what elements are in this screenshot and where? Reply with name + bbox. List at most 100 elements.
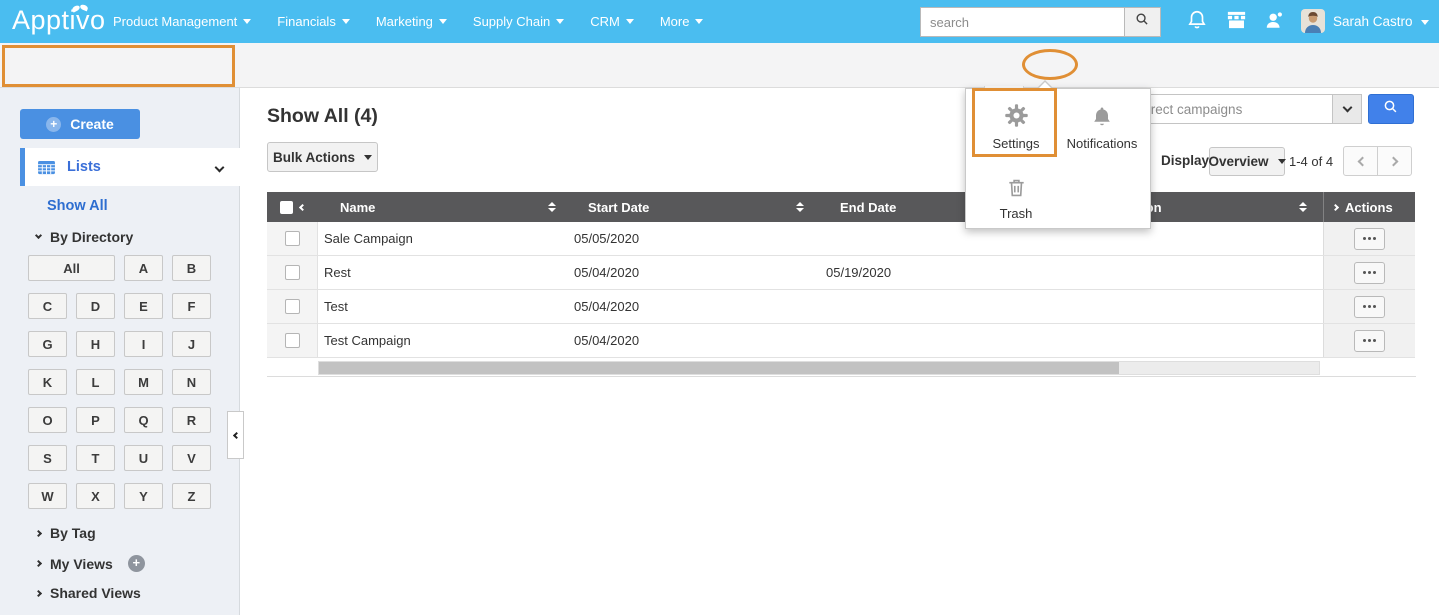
letter-filter-j[interactable]: J bbox=[172, 331, 211, 357]
nav-item-financials[interactable]: Financials bbox=[277, 14, 350, 29]
primary-nav: Product Management Financials Marketing Sup… bbox=[113, 0, 704, 43]
column-header-start-date[interactable]: Start Date bbox=[570, 192, 820, 222]
horizontal-scrollbar[interactable] bbox=[318, 361, 1320, 375]
letter-filter-b[interactable]: B bbox=[172, 255, 211, 281]
cell-actions bbox=[1323, 324, 1415, 357]
chevron-down-icon bbox=[34, 231, 43, 240]
sidebar-collapse-handle[interactable] bbox=[227, 411, 244, 459]
row-actions-button[interactable] bbox=[1354, 227, 1385, 250]
ellipsis-icon bbox=[1363, 271, 1376, 274]
letter-filter-e[interactable]: E bbox=[124, 293, 163, 319]
letter-filter-n[interactable]: N bbox=[172, 369, 211, 395]
row-checkbox[interactable] bbox=[284, 265, 300, 280]
bulk-actions-button[interactable]: Bulk Actions bbox=[267, 142, 378, 172]
nav-item-label: Marketing bbox=[375, 14, 433, 29]
user-menu[interactable]: Sarah Castro bbox=[1333, 14, 1413, 29]
letter-filter-m[interactable]: M bbox=[124, 369, 163, 395]
cell-start-date: 05/04/2020 bbox=[574, 299, 640, 314]
letter-filter-a[interactable]: A bbox=[124, 255, 163, 281]
user-menu-caret-icon[interactable] bbox=[1421, 20, 1429, 25]
letter-filter-l[interactable]: L bbox=[76, 369, 115, 395]
settings-label: Settings bbox=[992, 136, 1040, 151]
add-user-button[interactable] bbox=[1262, 9, 1288, 35]
sidebar-section-my-views[interactable]: My Views + bbox=[34, 555, 145, 572]
letter-filter-r[interactable]: R bbox=[172, 407, 211, 433]
app-search-button[interactable] bbox=[1368, 94, 1414, 124]
letter-filter-t[interactable]: T bbox=[76, 445, 115, 471]
display-mode-dropdown[interactable]: Overview bbox=[1208, 147, 1286, 176]
letter-filter-f[interactable]: F bbox=[172, 293, 211, 319]
row-checkbox[interactable] bbox=[284, 299, 300, 314]
column-header-name[interactable]: Name bbox=[318, 192, 570, 222]
letter-filter-v[interactable]: V bbox=[172, 445, 211, 471]
apptivo-logo[interactable]: Apptivo bbox=[12, 3, 106, 36]
sort-icon[interactable] bbox=[796, 202, 804, 212]
letter-filter-c[interactable]: C bbox=[28, 293, 67, 319]
add-view-button[interactable]: + bbox=[127, 555, 145, 572]
letter-filter-s[interactable]: S bbox=[28, 445, 67, 471]
row-checkbox[interactable] bbox=[284, 231, 300, 246]
popup-item-notifications[interactable]: Notifications bbox=[1062, 101, 1142, 151]
next-page-button[interactable] bbox=[1377, 146, 1412, 176]
letter-filter-p[interactable]: P bbox=[76, 407, 115, 433]
nav-item-crm[interactable]: CRM bbox=[590, 14, 634, 29]
letter-filter-o[interactable]: O bbox=[28, 407, 67, 433]
cell-name[interactable]: Test bbox=[318, 290, 570, 323]
ellipsis-icon bbox=[1363, 305, 1376, 308]
cell-actions bbox=[1323, 222, 1415, 255]
notifications-bell-button[interactable] bbox=[1184, 9, 1210, 35]
nav-item-supply-chain[interactable]: Supply Chain bbox=[473, 14, 565, 29]
sidebar-section-shared-views[interactable]: Shared Views bbox=[34, 585, 141, 601]
sidebar-section-by-directory[interactable]: By Directory bbox=[34, 229, 133, 245]
row-actions-button[interactable] bbox=[1354, 329, 1385, 352]
table-row: Sale Campaign 05/05/2020 bbox=[267, 222, 1415, 256]
chevron-down-icon bbox=[214, 162, 225, 172]
app-store-button[interactable] bbox=[1223, 9, 1249, 35]
chevron-right-icon bbox=[34, 529, 43, 537]
letter-filter-q[interactable]: Q bbox=[124, 407, 163, 433]
sidebar-item-lists[interactable]: Lists bbox=[20, 148, 240, 186]
sort-icon[interactable] bbox=[1299, 202, 1307, 212]
user-avatar[interactable] bbox=[1301, 9, 1325, 33]
letter-filter-u[interactable]: U bbox=[124, 445, 163, 471]
search-options-dropdown-button[interactable] bbox=[1332, 94, 1362, 124]
global-search-button[interactable] bbox=[1124, 7, 1161, 37]
row-actions-button[interactable] bbox=[1354, 261, 1385, 284]
nav-item-marketing[interactable]: Marketing bbox=[376, 14, 447, 29]
chevron-right-icon[interactable] bbox=[1331, 203, 1340, 211]
create-button[interactable]: + Create bbox=[20, 109, 140, 139]
letter-filter-g[interactable]: G bbox=[28, 331, 67, 357]
gear-icon bbox=[976, 101, 1056, 129]
nav-item-more[interactable]: More bbox=[660, 14, 704, 29]
letter-filter-i[interactable]: I bbox=[124, 331, 163, 357]
letter-filter-k[interactable]: K bbox=[28, 369, 67, 395]
sidebar-section-by-tag[interactable]: By Tag bbox=[34, 525, 96, 541]
my-views-label: My Views bbox=[50, 555, 113, 572]
letter-filter-h[interactable]: H bbox=[76, 331, 115, 357]
letter-filter-d[interactable]: D bbox=[76, 293, 115, 319]
letter-filter-all[interactable]: All bbox=[28, 255, 115, 281]
previous-page-button[interactable] bbox=[1343, 146, 1378, 176]
table-grid-icon bbox=[37, 160, 56, 175]
select-all-checkbox[interactable] bbox=[280, 200, 293, 214]
sidebar-item-show-all[interactable]: Show All bbox=[47, 198, 108, 214]
popup-item-settings[interactable]: Settings bbox=[976, 101, 1056, 151]
row-actions-button[interactable] bbox=[1354, 295, 1385, 318]
letter-filter-y[interactable]: Y bbox=[124, 483, 163, 509]
caret-down-icon bbox=[625, 19, 634, 24]
row-checkbox[interactable] bbox=[284, 333, 300, 348]
search-icon bbox=[1134, 11, 1151, 33]
letter-filter-w[interactable]: W bbox=[28, 483, 67, 509]
global-search-input[interactable] bbox=[920, 7, 1125, 37]
nav-item-product-management[interactable]: Product Management bbox=[113, 14, 252, 29]
cell-name[interactable]: Test Campaign bbox=[318, 324, 570, 357]
popup-item-trash[interactable]: Trash bbox=[976, 171, 1056, 221]
cell-name[interactable]: Sale Campaign bbox=[318, 222, 570, 255]
letter-filter-x[interactable]: X bbox=[76, 483, 115, 509]
chevron-down-icon bbox=[1342, 102, 1352, 113]
cell-name[interactable]: Rest bbox=[318, 256, 570, 289]
letter-filter-z[interactable]: Z bbox=[172, 483, 211, 509]
scrollbar-thumb[interactable] bbox=[319, 362, 1119, 374]
sort-icon[interactable] bbox=[548, 202, 556, 212]
collapse-column-icon[interactable] bbox=[298, 203, 307, 211]
